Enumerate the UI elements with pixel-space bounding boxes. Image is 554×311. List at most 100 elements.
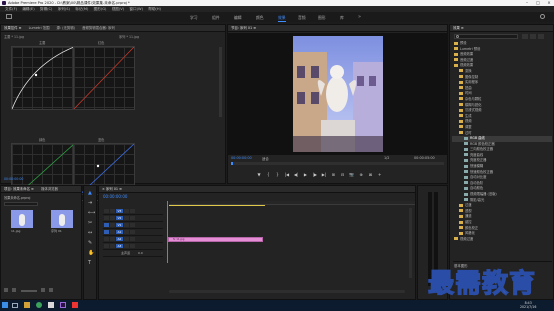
item-11-jpg[interactable]: 11.jpg (11, 229, 20, 233)
comparison-view-button[interactable]: ⊕ (358, 172, 364, 177)
program-scrubber[interactable] (231, 162, 444, 165)
menu-clip[interactable]: 剪辑(C) (40, 7, 53, 11)
workspace-more-icon[interactable]: » (358, 14, 361, 20)
red-curve-graph[interactable] (73, 46, 135, 110)
list-view-icon[interactable] (4, 288, 8, 292)
project-search-input[interactable] (4, 202, 38, 206)
tab-project[interactable]: 项目: 效果未命名 ≡ (4, 187, 34, 191)
razor-tool-icon[interactable]: ✂ (88, 220, 92, 226)
accelerated-effects-icon[interactable] (522, 34, 528, 39)
clock[interactable]: 8:43 2021/7/16 (520, 301, 536, 309)
ripple-edit-tool-icon[interactable]: ⟷ (88, 210, 95, 216)
program-monitor-title[interactable]: 节目: 序列 01 ≡ (231, 26, 256, 30)
yuv-effects-icon[interactable] (538, 34, 544, 39)
export-frame-icon[interactable]: 📷 (349, 172, 355, 177)
step-back-button[interactable]: ◀| (293, 172, 299, 177)
track-master[interactable]: 主声道 0.0 (103, 250, 163, 257)
menu-window[interactable]: 窗口(W) (129, 7, 143, 11)
track-v3[interactable]: V3 (103, 208, 163, 215)
timeline-scrollbar[interactable] (409, 208, 412, 278)
add-marker-button[interactable]: ▼ (256, 172, 262, 177)
tab-source[interactable]: 源: (无剪辑) (57, 26, 75, 30)
program-timecode[interactable]: 00:00:00:00 (231, 156, 252, 160)
type-tool-icon[interactable]: T (88, 260, 91, 266)
timeline-header: × 序列 01 ≡ (99, 186, 415, 193)
menu-edit[interactable]: 编辑(E) (22, 7, 34, 11)
search-icon (456, 35, 459, 38)
clock-date: 2021/7/16 (520, 305, 537, 309)
timeline-zoom-scrollbar[interactable] (169, 290, 405, 293)
icon-view-icon[interactable] (12, 288, 17, 292)
step-forward-button[interactable]: |▶ (312, 172, 318, 177)
browser-icon[interactable] (36, 302, 42, 308)
workspace-editing[interactable]: 编辑 (234, 15, 242, 21)
menu-file[interactable]: 文件(F) (5, 7, 17, 11)
item-sequence-01[interactable]: 序列 01 (51, 229, 62, 233)
workspace-color[interactable]: 颜色 (256, 15, 264, 21)
workspace-audio[interactable]: 音频 (298, 15, 306, 21)
track-select-tool-icon[interactable]: ⇥ (88, 200, 92, 206)
app-taskbar-icon[interactable] (72, 302, 78, 308)
menu-help[interactable]: 帮助(H) (148, 7, 161, 11)
work-area-bar[interactable] (169, 205, 265, 206)
pen-tool-icon[interactable]: ✎ (88, 240, 92, 246)
effects-title[interactable]: 效果 ≡ (453, 26, 464, 30)
workspace-learn[interactable]: 学习 (190, 15, 198, 21)
premiere-taskbar-icon[interactable] (60, 302, 66, 308)
start-button-icon[interactable] (2, 302, 8, 308)
workspace-libraries[interactable]: 库 (340, 15, 344, 21)
video-canvas[interactable] (228, 33, 447, 155)
track-headers: V3 V2 V1 A1 A2 A3 主声道 0.0 (103, 208, 163, 257)
timeline-tab[interactable]: × 序列 01 ≡ (102, 187, 122, 191)
32bit-effects-icon[interactable] (530, 34, 536, 39)
menu-sequence[interactable]: 序列(S) (58, 7, 70, 11)
playhead-marker[interactable] (231, 162, 233, 165)
thumbnail-sequence-01[interactable] (51, 210, 73, 228)
effects-folder[interactable]: 视频过渡 (452, 237, 552, 243)
panel-scrollbar[interactable] (219, 47, 222, 117)
zoom-slider[interactable] (20, 290, 37, 292)
fit-dropdown[interactable]: 适合 (262, 156, 269, 161)
playhead[interactable] (167, 201, 168, 263)
new-bin-icon[interactable] (40, 288, 45, 292)
mark-in-button[interactable]: { (265, 172, 271, 177)
project-file-name: 效果未命名.prproj (4, 196, 31, 200)
slip-tool-icon[interactable]: ↔ (88, 230, 92, 236)
new-item-icon[interactable] (49, 288, 54, 292)
master-curve-graph[interactable] (11, 46, 75, 110)
track-v2[interactable]: V2 (103, 215, 163, 222)
track-a1[interactable]: A1 (103, 229, 163, 236)
button-editor-icon[interactable]: + (377, 172, 383, 177)
track-a3[interactable]: A3 (103, 243, 163, 250)
tab-audio-clip-mixer[interactable]: 音频剪辑混合器: 序列 (82, 26, 115, 30)
mark-out-button[interactable]: } (275, 172, 281, 177)
menu-view[interactable]: 视图(V) (112, 7, 124, 11)
go-to-in-button[interactable]: |◀ (284, 172, 290, 177)
selection-tool-icon[interactable]: ▲ (88, 190, 93, 196)
workspace-graphics[interactable]: 图形 (318, 15, 326, 21)
extract-button[interactable]: ⊟ (340, 172, 346, 177)
tab-effect-controls[interactable]: 效果控件 ≡ (4, 26, 21, 30)
menu-graphics[interactable]: 图形(G) (94, 7, 107, 11)
play-button[interactable]: ▶ (302, 172, 308, 177)
effects-search-input[interactable] (454, 34, 518, 39)
file-explorer-icon[interactable] (24, 302, 30, 308)
menu-marker[interactable]: 标记(M) (75, 7, 88, 11)
timeline-timecode[interactable]: 00:00:00:00 (103, 194, 127, 199)
track-a2[interactable]: A2 (103, 236, 163, 243)
hand-tool-icon[interactable]: ✋ (88, 250, 94, 256)
home-icon[interactable] (6, 14, 12, 19)
search-taskbar-icon[interactable] (12, 303, 18, 308)
search-icon[interactable] (540, 14, 545, 19)
tab-lumetri-scopes[interactable]: Lumetri 范围 (29, 26, 50, 30)
lift-button[interactable]: ⊞ (330, 172, 336, 177)
go-to-out-button[interactable]: ▶| (321, 172, 327, 177)
vr-video-button[interactable]: ⊠ (367, 172, 373, 177)
thumbnail-11-jpg[interactable] (11, 210, 33, 228)
workspace-assembly[interactable]: 组件 (212, 15, 220, 21)
tab-media-browser[interactable]: 媒体浏览器 (41, 187, 58, 191)
clip-11-jpg[interactable]: fx 11.jpg (168, 237, 263, 242)
track-v1[interactable]: V1 (103, 222, 163, 229)
resolution-dropdown[interactable]: 1/2 (384, 156, 389, 160)
media-player-icon[interactable] (48, 302, 54, 308)
